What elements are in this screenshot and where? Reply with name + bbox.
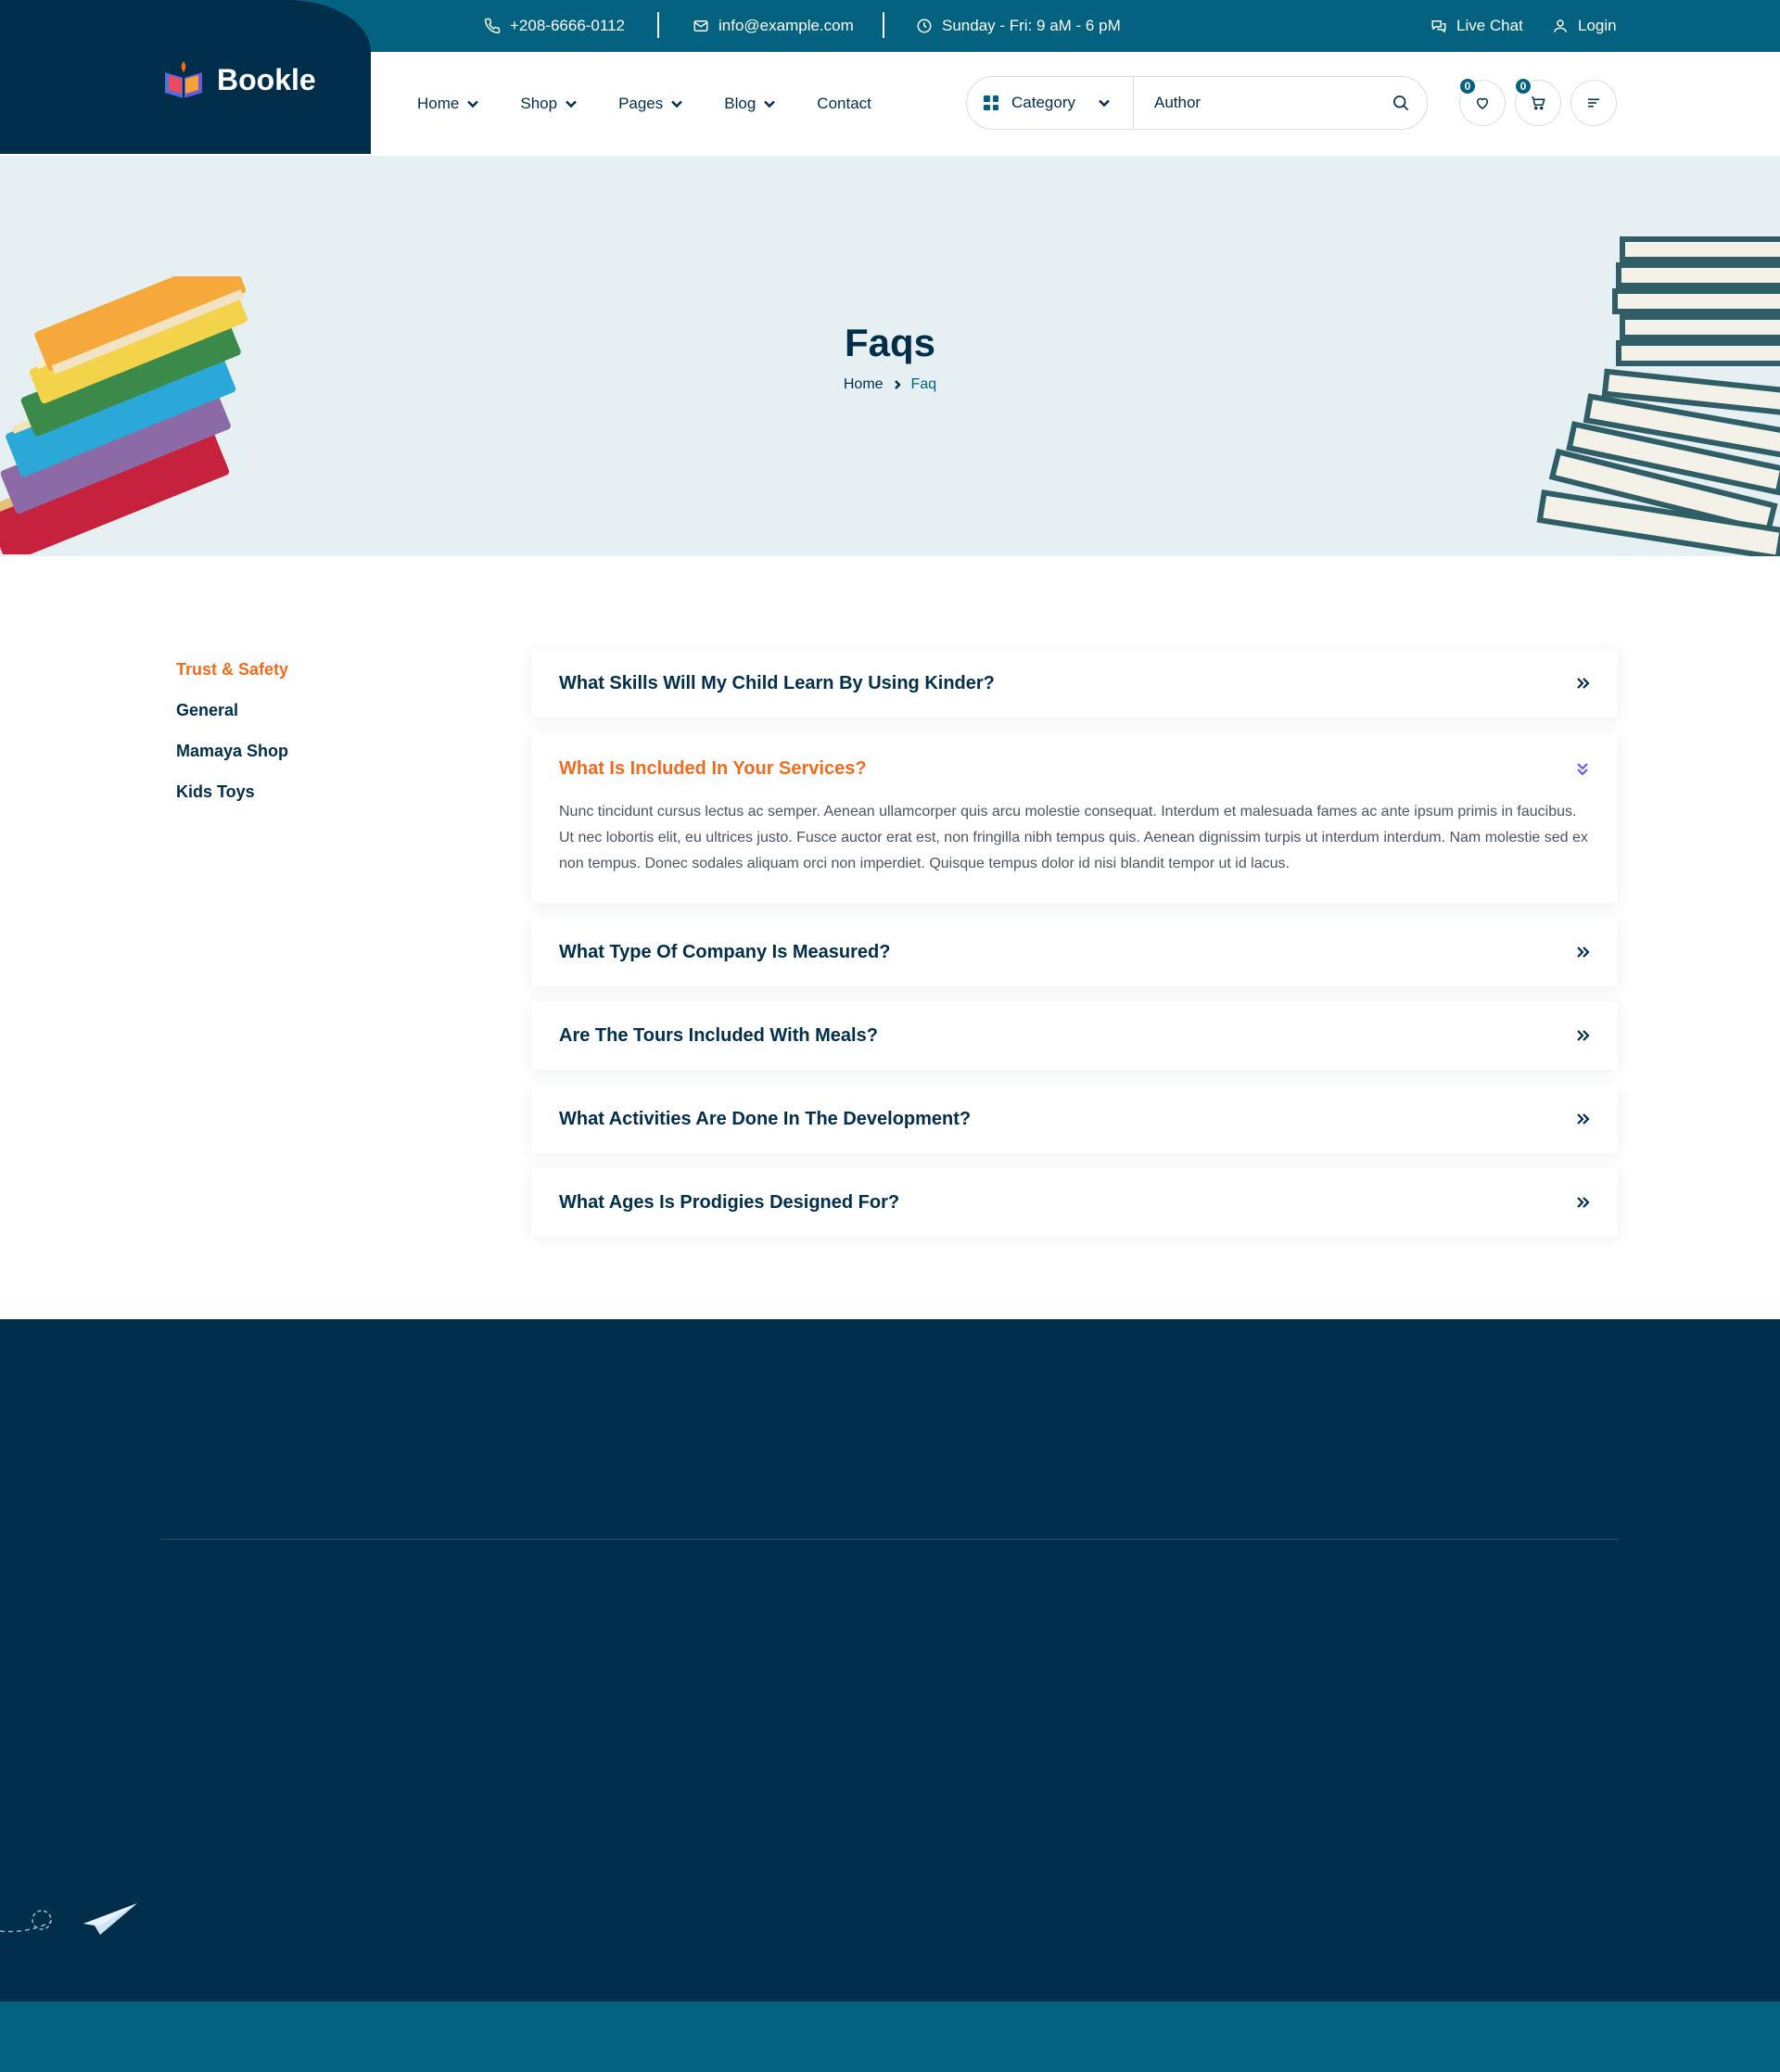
chat-icon xyxy=(1431,20,1446,33)
topbar-hours: Sunday - Fri: 9 aM - 6 pM xyxy=(916,0,1121,52)
chevron-right-icon xyxy=(894,380,901,389)
faq-item: What Activities Are Done In The Developm… xyxy=(531,1085,1618,1153)
faq-answer: Nunc tincidunt cursus lectus ac semper. … xyxy=(559,804,1588,871)
main-nav: Home Shop Pages Blog Contact xyxy=(417,52,871,156)
double-chevron-right-icon xyxy=(1577,1030,1590,1041)
faq-item: What Type Of Company Is Measured? xyxy=(531,918,1618,986)
page-title: Faqs xyxy=(844,321,936,364)
double-chevron-right-icon xyxy=(1577,1113,1590,1125)
cart-icon xyxy=(1532,96,1545,110)
faq-question: What Is Included In Your Services? xyxy=(559,757,867,779)
chevron-down-icon xyxy=(1099,99,1110,108)
book-stack-illustration-right xyxy=(1536,236,1780,556)
faq-question-toggle[interactable]: What Ages Is Prodigies Designed For? xyxy=(531,1168,1618,1237)
menu-icon xyxy=(1588,98,1599,108)
topbar-hours-text: Sunday - Fri: 9 aM - 6 pM xyxy=(942,17,1121,34)
nav-home-label: Home xyxy=(417,95,460,112)
chevron-down-icon xyxy=(671,100,683,108)
logo-block: Bookle xyxy=(0,0,371,154)
topbar-divider xyxy=(657,12,659,38)
double-chevron-right-icon xyxy=(1577,1197,1590,1208)
nav-blog[interactable]: Blog xyxy=(724,95,776,113)
heart-icon xyxy=(1476,97,1489,109)
faq-question: What Ages Is Prodigies Designed For? xyxy=(559,1191,900,1213)
wishlist-count-badge: 0 xyxy=(1458,77,1477,95)
search-input[interactable] xyxy=(1134,77,1375,129)
login-link[interactable]: Login xyxy=(1552,0,1617,52)
nav-home[interactable]: Home xyxy=(417,95,479,113)
nav-pages-label: Pages xyxy=(618,95,664,112)
cart-count-badge: 0 xyxy=(1514,77,1532,95)
footer-divider xyxy=(161,1539,1619,1540)
live-chat-link[interactable]: Live Chat xyxy=(1430,0,1523,52)
faq-question: Are The Tours Included With Meals? xyxy=(559,1024,878,1046)
faq-question: What Skills Will My Child Learn By Using… xyxy=(559,672,995,693)
wishlist-button[interactable]: 0 xyxy=(1458,77,1506,126)
faq-category-general[interactable]: General xyxy=(176,690,288,731)
chevron-down-icon xyxy=(764,100,776,108)
faq-category-list: Trust & Safety General Mamaya Shop Kids … xyxy=(176,649,288,812)
main-header: Home Shop Pages Blog Contact Category Au… xyxy=(371,52,1780,156)
menu-button[interactable] xyxy=(1570,80,1617,126)
double-chevron-right-icon xyxy=(1577,947,1590,958)
faq-category-kids-toys[interactable]: Kids Toys xyxy=(176,771,288,812)
page-hero: Faqs Home Faq xyxy=(0,156,1780,556)
search-button[interactable] xyxy=(1375,77,1427,129)
topbar-phone-text: +208-6666-0112 xyxy=(510,17,625,34)
chevron-down-icon xyxy=(566,100,577,108)
login-label: Login xyxy=(1578,17,1617,34)
double-chevron-down-icon xyxy=(1577,763,1588,776)
live-chat-label: Live Chat xyxy=(1456,17,1523,34)
nav-blog-label: Blog xyxy=(724,95,756,112)
faq-question-toggle[interactable]: What Skills Will My Child Learn By Using… xyxy=(531,649,1618,718)
brand-logo[interactable]: Bookle xyxy=(159,56,316,104)
search-bar: Category xyxy=(966,76,1428,130)
faq-item: What Skills Will My Child Learn By Using… xyxy=(531,649,1618,718)
book-stack-illustration-left xyxy=(0,276,248,554)
chevron-down-icon xyxy=(467,100,479,108)
faq-question: What Activities Are Done In The Developm… xyxy=(559,1108,972,1129)
faq-question-toggle[interactable]: What Activities Are Done In The Developm… xyxy=(531,1085,1618,1153)
breadcrumb-home[interactable]: Home xyxy=(844,376,884,393)
category-select[interactable]: Category xyxy=(967,77,1134,129)
nav-shop-label: Shop xyxy=(520,95,558,112)
topbar-email-text: info@example.com xyxy=(718,17,854,34)
footer xyxy=(0,1319,1780,2002)
breadcrumb-current: Faq xyxy=(910,376,937,392)
faq-question-toggle[interactable]: Are The Tours Included With Meals? xyxy=(531,1001,1618,1070)
category-select-label: Category xyxy=(1011,94,1075,111)
footer-bottom-bar xyxy=(0,2002,1780,2072)
topbar-email[interactable]: info@example.com xyxy=(693,0,854,52)
search-icon xyxy=(1393,95,1409,111)
nav-pages[interactable]: Pages xyxy=(618,95,683,113)
topbar-divider xyxy=(883,12,884,38)
grid-icon xyxy=(984,95,998,110)
faq-item: What Ages Is Prodigies Designed For? xyxy=(531,1168,1618,1237)
mail-icon xyxy=(693,20,708,32)
nav-shop[interactable]: Shop xyxy=(520,95,578,113)
paper-plane-icon xyxy=(0,1903,137,1935)
faq-item-open: What Is Included In Your Services? Nunc … xyxy=(531,732,1618,903)
brand-name: Bookle xyxy=(217,62,316,96)
faq-category-trust-safety[interactable]: Trust & Safety xyxy=(176,649,288,690)
user-icon xyxy=(1554,19,1567,32)
topbar-phone[interactable]: +208-6666-0112 xyxy=(484,0,625,52)
faq-question-toggle[interactable]: What Is Included In Your Services? xyxy=(531,732,1618,799)
faq-accordion: What Skills Will My Child Learn By Using… xyxy=(531,649,1618,1252)
faq-question: What Type Of Company Is Measured? xyxy=(559,941,891,962)
faq-category-mamaya-shop[interactable]: Mamaya Shop xyxy=(176,731,288,771)
book-logo-icon xyxy=(165,61,202,98)
faq-question-toggle[interactable]: What Type Of Company Is Measured? xyxy=(531,918,1618,986)
double-chevron-right-icon xyxy=(1577,678,1590,689)
nav-contact-label: Contact xyxy=(817,95,871,112)
cart-button[interactable]: 0 xyxy=(1514,77,1561,126)
nav-contact[interactable]: Contact xyxy=(817,95,871,113)
breadcrumb: Home Faq xyxy=(0,376,1780,393)
faq-item: Are The Tours Included With Meals? xyxy=(531,1001,1618,1070)
clock-icon xyxy=(917,19,932,33)
phone-icon xyxy=(484,18,501,34)
